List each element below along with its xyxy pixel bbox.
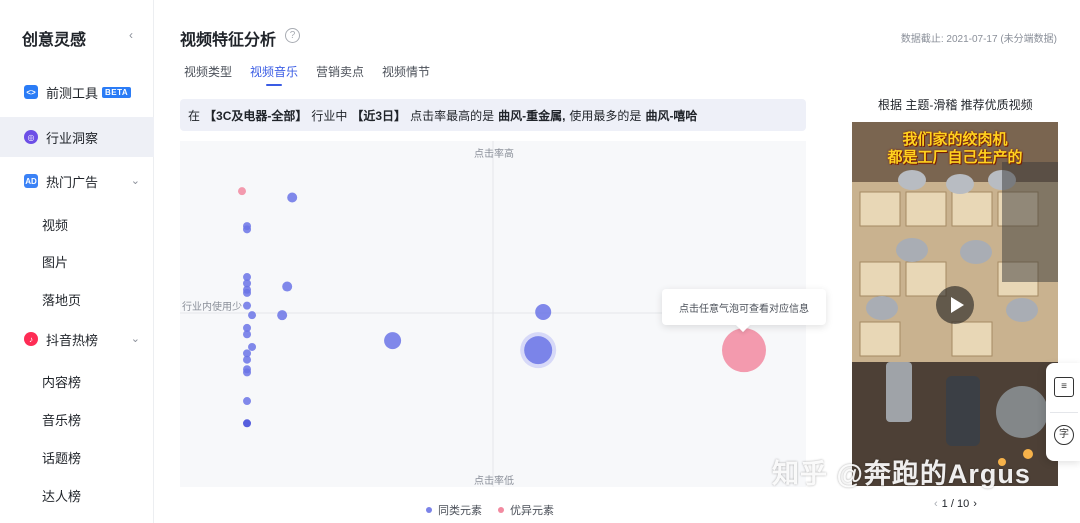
ad-icon: AD — [24, 174, 38, 188]
axis-label-top: 点击率高 — [474, 149, 514, 160]
legend-label: 优异元素 — [510, 505, 554, 517]
summary-text: 使用最多的是 — [569, 108, 642, 123]
tab-video-type[interactable]: 视频类型 — [184, 63, 232, 86]
bubble-similar[interactable] — [535, 304, 552, 320]
legend-label: 同类元素 — [438, 505, 482, 517]
legend-dot — [426, 507, 432, 513]
chart-tooltip: 点击任意气泡可查看对应信息 — [662, 289, 826, 325]
bubble-similar[interactable] — [287, 192, 298, 203]
bubble-excellent[interactable] — [722, 328, 766, 373]
legend-item-excellent[interactable]: 优异元素 — [498, 502, 554, 518]
sidebar-item-label: 热门广告 — [46, 174, 99, 190]
video-player[interactable]: 我们家的绞肉机 都是工厂自己生产的 — [852, 122, 1058, 486]
main-panel: 视频特征分析 ? 数据截止: 2021-07-17 (未分端数据) 视频类型 视… — [154, 0, 1080, 523]
bubble-similar[interactable] — [243, 355, 252, 364]
summary-period: 【近3日】 — [351, 108, 407, 123]
bubble-similar[interactable] — [282, 281, 293, 292]
bubble-similar[interactable] — [243, 419, 252, 428]
bubble-chart: 点击率高 点击率低 行业内使用少 点击任意气泡可查看对应信息 — [180, 141, 826, 487]
bubble-similar[interactable] — [243, 397, 252, 406]
bubble-similar[interactable] — [243, 225, 252, 234]
tab-video-plot[interactable]: 视频情节 — [382, 63, 430, 86]
bubble-similar[interactable] — [243, 288, 252, 297]
summary-text: 点击率最高的是 — [410, 108, 495, 123]
watermark: 知乎 @奔跑的Argus — [772, 459, 1031, 489]
compass-icon: ◎ — [24, 130, 38, 144]
sidebar-subitem-image[interactable]: 图片 — [42, 252, 68, 271]
bubble-similar[interactable] — [248, 311, 257, 320]
sidebar-item-label: 抖音热榜 — [46, 332, 99, 348]
doc-icon[interactable]: ≡ — [1054, 377, 1074, 397]
play-icon[interactable] — [936, 286, 974, 324]
bubble-similar[interactable] — [248, 342, 257, 351]
sidebar-subitem-content[interactable]: 内容榜 — [42, 372, 81, 391]
summary-top-ctr: 曲风-重金属, — [498, 108, 566, 123]
recommend-title: 根据 主题-滑稽 推荐优质视频 — [878, 98, 1033, 112]
beta-badge: BETA — [102, 86, 132, 98]
tab-video-music[interactable]: 视频音乐 — [250, 63, 298, 86]
chart-legend: 同类元素 优异元素 — [426, 502, 554, 518]
sidebar-subitem-music[interactable]: 音乐榜 — [42, 410, 81, 429]
summary-most-used: 曲风-嘻哈 — [645, 108, 698, 123]
char-icon[interactable]: 字 — [1054, 425, 1074, 445]
sidebar-item-label: 行业洞察 — [46, 130, 99, 146]
video-caption-2: 都是工厂自己生产的 — [887, 149, 1023, 166]
sidebar-item-industry[interactable]: ◎ 行业洞察 — [0, 117, 154, 157]
tiktok-icon: ♪ — [24, 332, 38, 346]
legend-dot — [498, 507, 504, 513]
sidebar-subitem-influencer[interactable]: 达人榜 — [42, 486, 81, 505]
data-deadline: 数据截止: 2021-07-17 (未分端数据) — [900, 34, 1057, 45]
sidebar-subitem-video[interactable]: 视频 — [42, 215, 68, 234]
pager-text: 1 / 10 — [941, 498, 970, 510]
summary-text: 行业中 — [311, 108, 348, 123]
bubble-excellent[interactable] — [238, 187, 246, 196]
divider — [1050, 412, 1078, 413]
sidebar-item-douyin[interactable]: ♪ 抖音热榜 ⌄ — [0, 319, 154, 359]
sidebar-item-label: 前测工具 — [46, 85, 99, 101]
axis-label-bottom: 点击率低 — [474, 476, 514, 487]
sidebar-subitem-landing[interactable]: 落地页 — [42, 290, 81, 309]
summary-banner: 在 【3C及电器-全部】 行业中 【近3日】 点击率最高的是 曲风-重金属, 使… — [180, 99, 806, 131]
axis-label-left: 行业内使用少 — [182, 302, 242, 313]
collapse-sidebar-icon[interactable]: ‹ — [124, 28, 138, 42]
sidebar-subitem-topic[interactable]: 话题榜 — [42, 448, 81, 467]
sidebar: 创意灵感 ‹ <> 前测工具 BETA ◎ 行业洞察 AD 热门广告 ⌄ 视频 … — [0, 0, 154, 523]
bubble-similar[interactable] — [243, 301, 252, 310]
sidebar-item-pretest[interactable]: <> 前测工具 BETA — [0, 72, 154, 112]
bubble-similar[interactable] — [277, 310, 288, 321]
tab-bar: 视频类型 视频音乐 营销卖点 视频情节 — [184, 63, 430, 86]
bubble-similar[interactable] — [243, 365, 252, 374]
bubble-similar[interactable] — [384, 332, 402, 350]
chevron-down-icon: ⌄ — [130, 333, 140, 345]
help-icon[interactable]: ? — [285, 28, 300, 43]
summary-category: 【3C及电器-全部】 — [204, 108, 308, 123]
bubble-similar[interactable] — [243, 330, 252, 339]
prev-page-icon[interactable]: ‹ — [934, 498, 938, 510]
chevron-down-icon: ⌄ — [130, 175, 140, 187]
floating-toolbar: ≡ 字 — [1046, 363, 1080, 461]
summary-text: 在 — [188, 108, 201, 123]
brand-title: 创意灵感 — [22, 32, 87, 49]
bubble-similar[interactable] — [524, 336, 553, 365]
code-icon: <> — [24, 85, 38, 99]
video-pager: ‹ 1 / 10 › — [930, 498, 981, 510]
tab-selling-points[interactable]: 营销卖点 — [316, 63, 364, 86]
sidebar-item-hot-ads[interactable]: AD 热门广告 ⌄ — [0, 161, 154, 201]
page-title: 视频特征分析 — [180, 32, 277, 49]
next-page-icon[interactable]: › — [973, 498, 977, 510]
legend-item-similar[interactable]: 同类元素 — [426, 502, 482, 518]
